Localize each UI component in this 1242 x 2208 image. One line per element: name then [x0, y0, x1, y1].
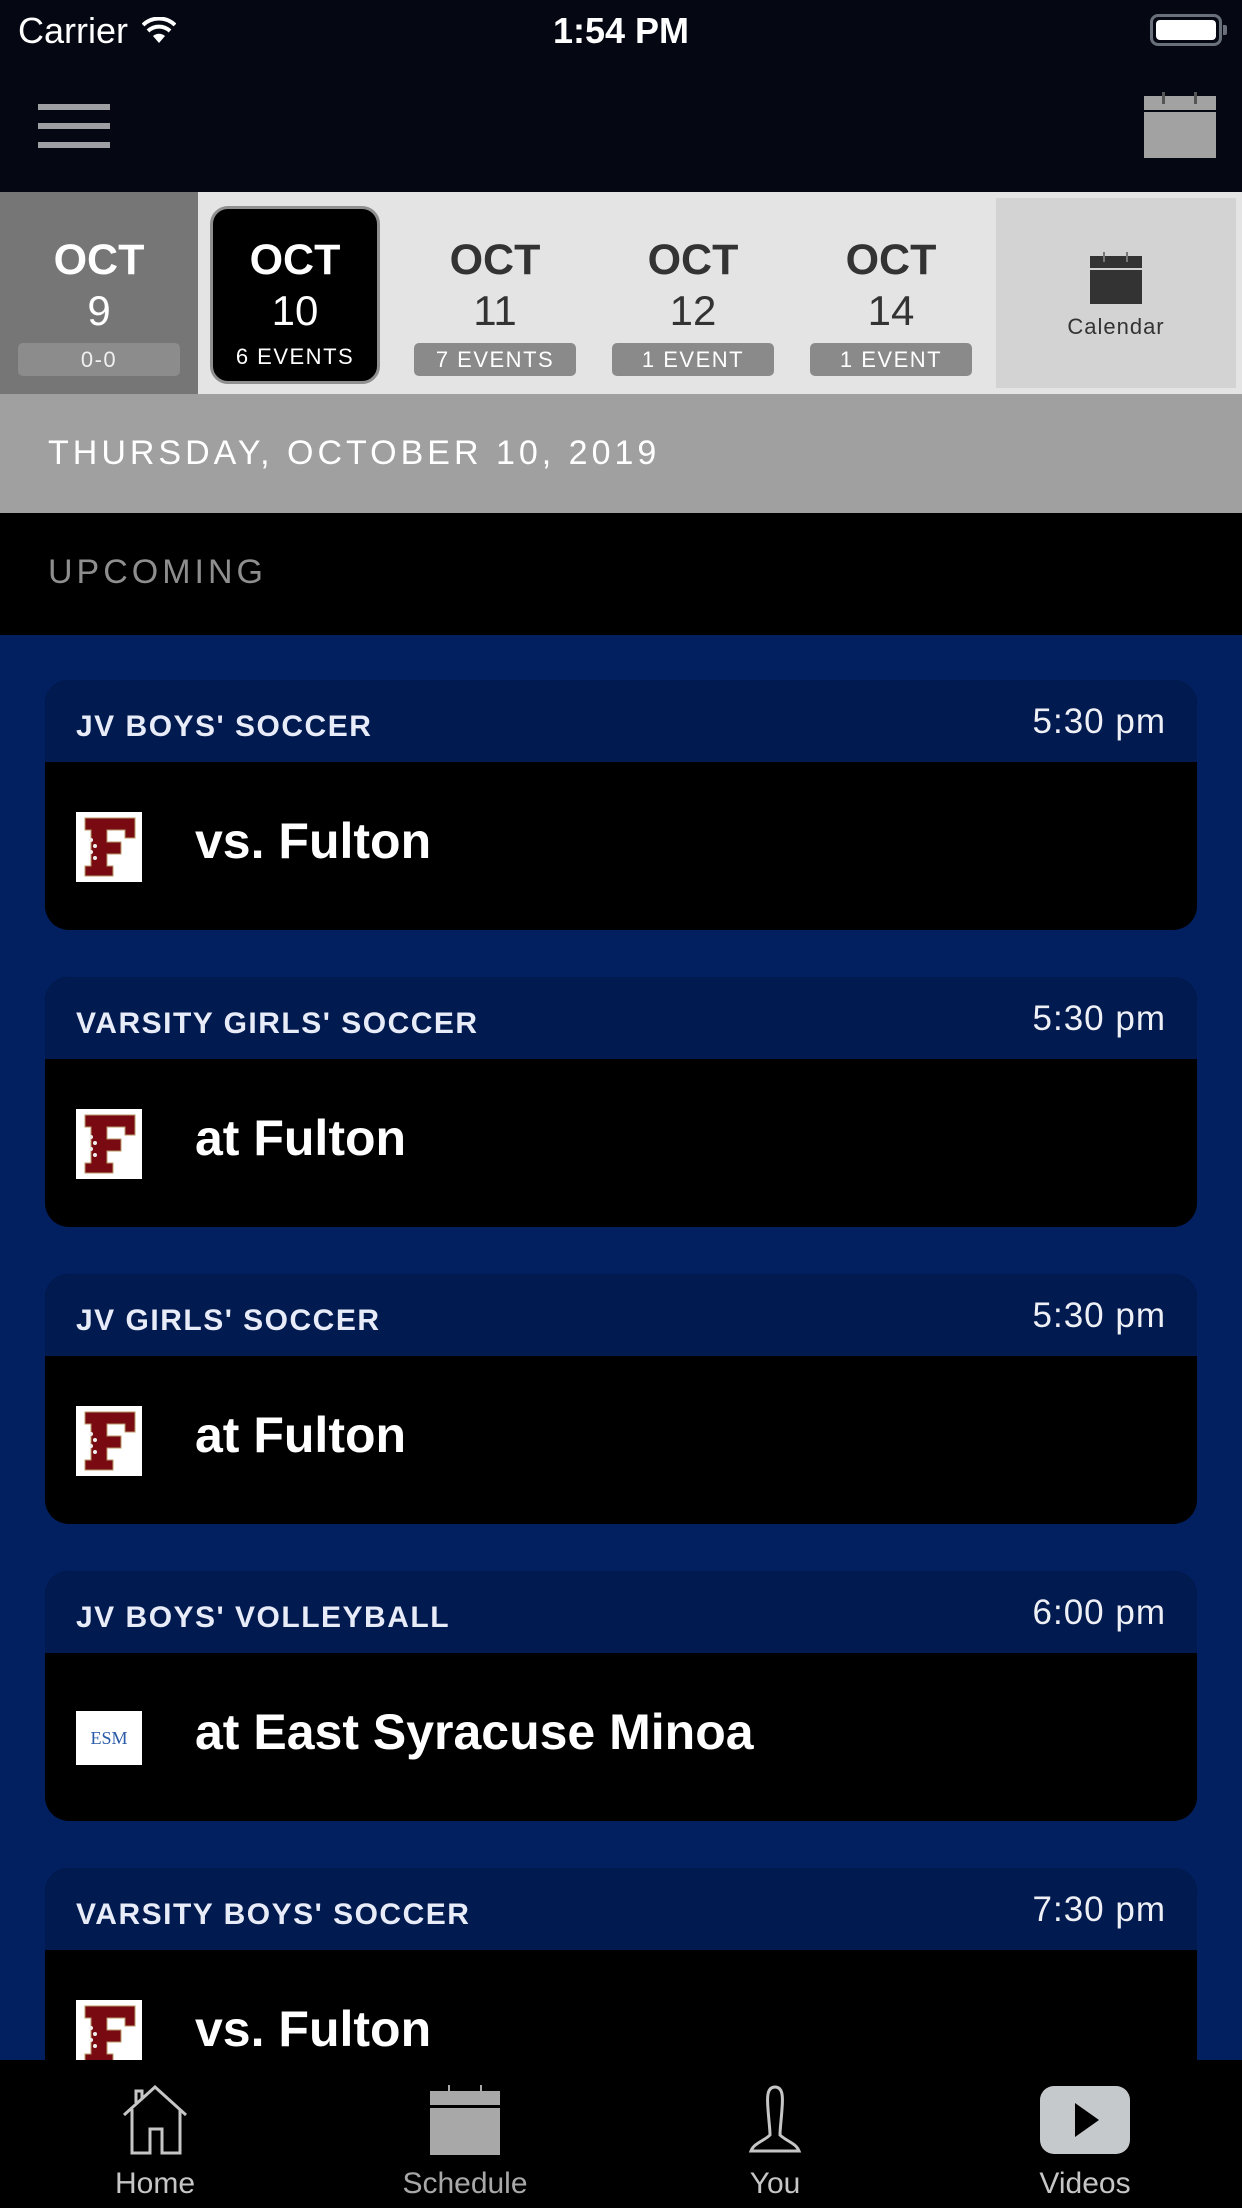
- date-day: 11: [473, 287, 517, 334]
- event-card-header: JV BOYS' SOCCER 5:30 pm: [45, 680, 1197, 762]
- date-month: OCT: [249, 236, 341, 284]
- calendar-tile-button[interactable]: Calendar: [996, 198, 1236, 388]
- event-card[interactable]: VARSITY BOYS' SOCCER 7:30 pm vs. Fulton: [45, 1868, 1197, 2060]
- tab-bar: Home Schedule You Videos: [0, 2060, 1242, 2208]
- play-icon: [1040, 2086, 1130, 2154]
- date-events-badge: 1 EVENT: [612, 343, 774, 376]
- section-header-upcoming: UPCOMING: [0, 513, 1242, 635]
- event-card[interactable]: JV GIRLS' SOCCER 5:30 pm at Fulton: [45, 1274, 1197, 1524]
- date-day: 12: [669, 287, 717, 334]
- hamburger-menu-icon: [38, 104, 110, 110]
- calendar-label: Calendar: [1067, 314, 1165, 339]
- fulton-logo-icon: [76, 812, 142, 882]
- event-opponent: at Fulton: [195, 1407, 407, 1463]
- status-time: 1:54 PM: [552, 10, 690, 51]
- event-opponent: vs. Fulton: [195, 813, 432, 869]
- event-time: 5:30 pm: [1032, 1296, 1166, 1335]
- event-time: 7:30 pm: [1032, 1890, 1166, 1929]
- event-card[interactable]: JV BOYS' VOLLEYBALL 6:00 pm ESM at East …: [45, 1571, 1197, 1821]
- tab-label: Schedule: [402, 2167, 528, 2200]
- esm-logo-icon: ESM: [76, 1711, 142, 1765]
- date-day: 10: [271, 287, 319, 334]
- event-opponent: at East Syracuse Minoa: [195, 1704, 754, 1760]
- date-month: OCT: [449, 236, 541, 284]
- date-month: OCT: [845, 236, 937, 284]
- fulton-logo-icon: [76, 2000, 142, 2060]
- event-time: 6:00 pm: [1032, 1593, 1166, 1632]
- event-card-header: VARSITY GIRLS' SOCCER 5:30 pm: [45, 977, 1197, 1059]
- date-events-badge: 1 EVENT: [810, 343, 972, 376]
- event-card[interactable]: VARSITY GIRLS' SOCCER 5:30 pm at Fulton: [45, 977, 1197, 1227]
- home-icon: [122, 2085, 188, 2155]
- event-card-header: JV GIRLS' SOCCER 5:30 pm: [45, 1274, 1197, 1356]
- date-record-badge: 0-0: [18, 343, 180, 376]
- event-card-header: VARSITY BOYS' SOCCER 7:30 pm: [45, 1868, 1197, 1950]
- date-tab-oct-11[interactable]: OCT 11 7 EVENTS: [396, 192, 594, 394]
- date-tab-oct-10[interactable]: OCT 10 6 EVENTS: [198, 192, 396, 394]
- event-sport: VARSITY GIRLS' SOCCER: [76, 1007, 479, 1040]
- event-time: 5:30 pm: [1032, 702, 1166, 741]
- calendar-icon: [1144, 92, 1216, 158]
- tab-schedule[interactable]: Schedule: [310, 2060, 620, 2208]
- date-day: 9: [87, 287, 111, 334]
- event-opponent: at Fulton: [195, 1110, 407, 1166]
- tab-home[interactable]: Home: [0, 2060, 310, 2208]
- selected-date-text: THURSDAY, OCTOBER 10, 2019: [48, 434, 661, 472]
- calendar-button[interactable]: [1144, 92, 1216, 162]
- tab-videos[interactable]: Videos: [930, 2060, 1240, 2208]
- event-time: 5:30 pm: [1032, 999, 1166, 1038]
- event-list[interactable]: JV BOYS' SOCCER 5:30 pm vs. Fulton VARSI…: [0, 635, 1242, 2060]
- top-bar: Carrier 1:54 PM: [0, 0, 1242, 192]
- date-strip: OCT 9 0-0 OCT 10 6 EVENTS OCT 11 7 EVENT…: [0, 192, 1242, 394]
- person-icon: [748, 2085, 802, 2153]
- tab-you[interactable]: You: [620, 2060, 930, 2208]
- section-label: UPCOMING: [48, 553, 267, 591]
- event-opponent: vs. Fulton: [195, 2001, 432, 2057]
- tab-label: Home: [114, 2167, 196, 2200]
- selected-date-header: THURSDAY, OCTOBER 10, 2019: [0, 394, 1242, 513]
- event-card[interactable]: JV BOYS' SOCCER 5:30 pm vs. Fulton: [45, 680, 1197, 930]
- fulton-logo-icon: [76, 1109, 142, 1179]
- date-events-badge: 6 EVENTS: [235, 344, 355, 369]
- calendar-icon: [1090, 252, 1142, 304]
- date-month: OCT: [53, 236, 145, 284]
- tab-label: Videos: [1039, 2167, 1131, 2200]
- menu-button[interactable]: [38, 104, 110, 148]
- event-sport: JV BOYS' VOLLEYBALL: [76, 1601, 451, 1634]
- calendar-icon: [430, 2085, 500, 2155]
- fulton-logo-icon: [76, 1406, 142, 1476]
- date-tab-oct-12[interactable]: OCT 12 1 EVENT: [594, 192, 792, 394]
- tab-label: You: [749, 2167, 801, 2200]
- date-month: OCT: [647, 236, 739, 284]
- event-sport: JV BOYS' SOCCER: [76, 710, 373, 743]
- date-day: 14: [867, 287, 915, 334]
- date-events-badge: 7 EVENTS: [414, 343, 576, 376]
- event-sport: JV GIRLS' SOCCER: [76, 1304, 381, 1337]
- battery-icon: [1150, 14, 1227, 46]
- date-tab-oct-14[interactable]: OCT 14 1 EVENT: [792, 192, 990, 394]
- event-card-header: JV BOYS' VOLLEYBALL 6:00 pm: [45, 1571, 1197, 1653]
- selected-date-highlight: OCT 10 6 EVENTS: [210, 206, 380, 384]
- date-tab-oct-9[interactable]: OCT 9 0-0: [0, 192, 198, 394]
- event-sport: VARSITY BOYS' SOCCER: [76, 1898, 471, 1931]
